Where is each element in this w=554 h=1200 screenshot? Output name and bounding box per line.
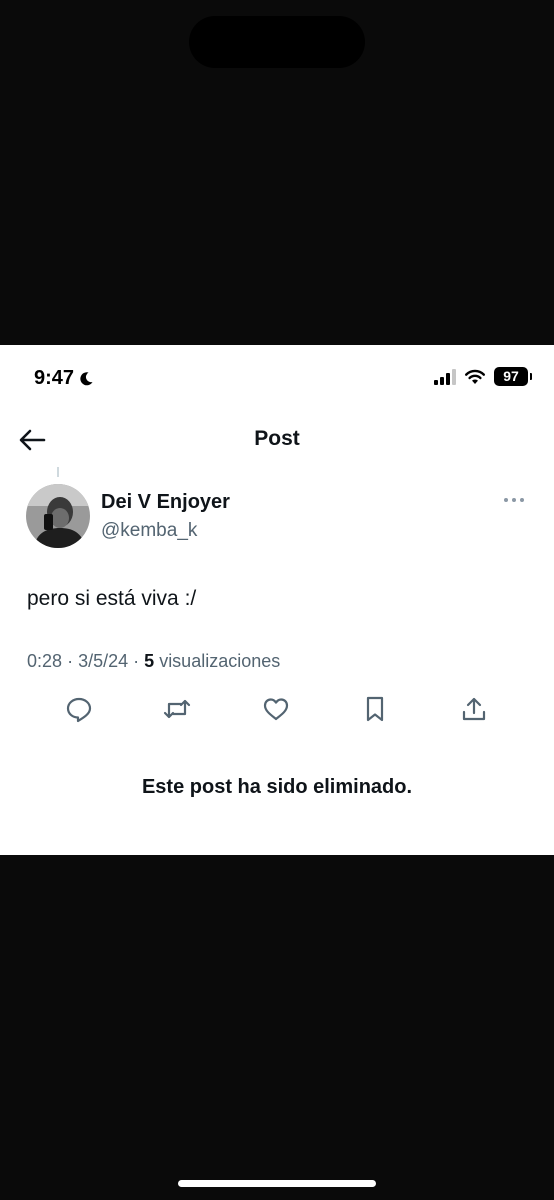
more-options-button[interactable]: [502, 491, 526, 509]
bookmark-button[interactable]: [360, 694, 390, 724]
author-avatar[interactable]: [26, 484, 90, 548]
post-date[interactable]: 3/5/24: [78, 651, 128, 671]
meta-separator: ·: [67, 651, 74, 671]
like-button[interactable]: [261, 694, 291, 724]
share-icon: [462, 697, 486, 721]
screenshot-content: 9:47 97 Post Dei V Enjoyer @kemba_k pero…: [0, 345, 554, 855]
status-bar-time: 9:47: [34, 367, 94, 390]
repost-button[interactable]: [162, 694, 192, 724]
post-text: pero si está viva :/: [27, 587, 197, 610]
like-icon: [263, 698, 289, 721]
repost-icon: [163, 699, 191, 719]
views-count[interactable]: 5: [144, 651, 154, 671]
share-button[interactable]: [459, 694, 489, 724]
wifi-icon: [465, 369, 485, 384]
post-header: Post: [0, 417, 554, 461]
avatar-image: [26, 484, 90, 548]
battery-level: 97: [503, 368, 519, 384]
views-label[interactable]: visualizaciones: [159, 651, 280, 671]
reply-icon: [66, 697, 92, 723]
dynamic-island: [189, 16, 365, 68]
battery-icon: 97: [494, 367, 532, 386]
more-horizontal-icon: [504, 498, 524, 502]
post-time[interactable]: 0:28: [27, 651, 62, 671]
page-title: Post: [254, 427, 300, 450]
post-actions-bar: [0, 694, 554, 724]
status-time-text: 9:47: [34, 367, 75, 389]
signal-icon: [434, 368, 456, 385]
reply-button[interactable]: [64, 694, 94, 724]
status-bar-icons: 97: [434, 367, 532, 386]
author-handle[interactable]: @kemba_k: [101, 520, 197, 542]
moon-icon: [80, 371, 93, 385]
thread-connector-line: [57, 467, 59, 477]
meta-separator: ·: [133, 651, 140, 671]
author-name[interactable]: Dei V Enjoyer: [101, 491, 230, 514]
home-indicator[interactable]: [178, 1180, 376, 1187]
deleted-post-message: Este post ha sido eliminado.: [141, 776, 413, 798]
post-meta: 0:28 · 3/5/24 · 5 visualizaciones: [27, 651, 280, 672]
bookmark-icon: [366, 696, 384, 722]
